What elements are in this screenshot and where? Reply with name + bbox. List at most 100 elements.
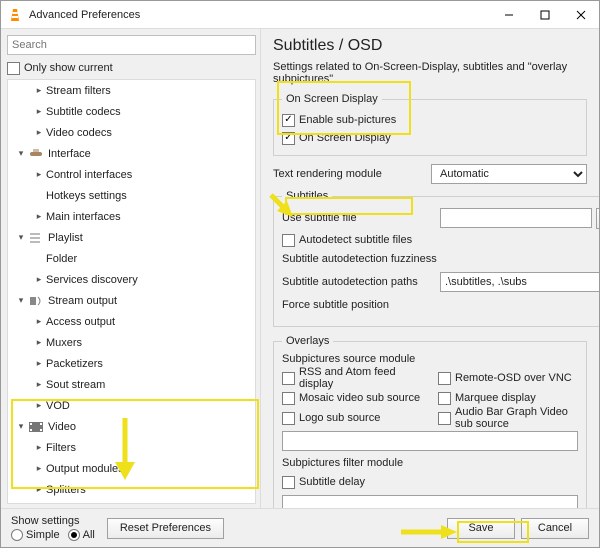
twist-icon: ▸ (32, 400, 46, 411)
overlay-option-checkbox[interactable] (282, 412, 295, 425)
only-show-current-checkbox[interactable] (7, 62, 20, 75)
osd-legend: On Screen Display (282, 93, 382, 105)
tree-item[interactable]: ▸VOD (8, 395, 255, 416)
tree-label: VOD (46, 400, 70, 412)
tree-item[interactable]: ▸Subtitle codecs (8, 101, 255, 122)
tree-label: Sout stream (46, 379, 105, 391)
tree-label: Services discovery (46, 274, 138, 286)
tree-label: Video (48, 421, 76, 433)
cancel-button[interactable]: Cancel (521, 518, 589, 539)
bottom-bar: Show settings Simple All Reset Preferenc… (1, 508, 599, 547)
twist-icon: ▸ (32, 484, 46, 495)
subtitles-group: Subtitles Use subtitle file Browse... Au… (273, 190, 599, 327)
tree-item[interactable]: Folder (8, 248, 255, 269)
tree-item[interactable]: ▾ Video (8, 416, 255, 437)
twist-icon: ▸ (32, 463, 46, 474)
twist-icon: ▸ (32, 274, 46, 285)
twist-icon: ▸ (32, 337, 46, 348)
tree-label: Output modules (46, 463, 124, 475)
browse-button[interactable]: Browse... (596, 208, 599, 229)
tree-item[interactable]: ▸Main interfaces (8, 206, 255, 227)
tree-item[interactable]: ▸Output modules (8, 458, 255, 479)
overlay-option-checkbox[interactable] (282, 392, 295, 405)
search-input[interactable] (7, 35, 256, 55)
tree-label: Control interfaces (46, 169, 132, 181)
all-radio[interactable] (68, 529, 80, 541)
twist-icon: ▸ (32, 442, 46, 453)
twist-icon: ▸ (32, 106, 46, 117)
save-button[interactable]: Save (447, 518, 515, 539)
interface-icon (28, 146, 44, 162)
tree-label: Stream output (48, 295, 117, 307)
text-render-select[interactable]: Automatic (431, 164, 587, 184)
minimize-button[interactable] (491, 1, 527, 29)
tree-label: Access output (46, 316, 115, 328)
subtitles-legend: Subtitles (282, 190, 332, 202)
overlay-option-checkbox[interactable] (282, 372, 295, 385)
tree-label: Interface (48, 148, 91, 160)
overlay-option-checkbox[interactable] (438, 412, 451, 425)
twist-icon: ▸ (32, 211, 46, 222)
tree-label: Subtitle codecs (46, 106, 121, 118)
enable-subpictures-checkbox[interactable] (282, 114, 295, 127)
autodetect-checkbox[interactable] (282, 234, 295, 247)
tree-item[interactable]: ▸Splitters (8, 479, 255, 500)
subpictures-filter-input[interactable] (282, 495, 578, 508)
tree-item[interactable]: ▾Playlist (8, 227, 255, 248)
tree-item[interactable]: ▸Subtitles / OSD (8, 500, 255, 504)
page-title: Subtitles / OSD (273, 37, 587, 55)
tree-item[interactable]: ▸Packetizers (8, 353, 255, 374)
show-settings-label: Show settings (11, 515, 95, 527)
video-icon (28, 419, 44, 435)
twist-icon: ▸ (32, 169, 46, 180)
twist-icon: ▸ (32, 127, 46, 138)
tree-item[interactable]: ▸Video codecs (8, 122, 255, 143)
overlays-group: Overlays Subpictures source module RSS a… (273, 335, 587, 508)
stream-icon (28, 293, 44, 309)
twist-icon: ▸ (32, 316, 46, 327)
window-title: Advanced Preferences (29, 9, 491, 21)
tree-item[interactable]: ▸Filters (8, 437, 255, 458)
subpictures-source-input[interactable] (282, 431, 578, 451)
tree-label: Main interfaces (46, 211, 121, 223)
twist-icon: ▸ (32, 85, 46, 96)
twist-icon: ▾ (14, 295, 28, 306)
overlay-option-checkbox[interactable] (438, 392, 451, 405)
close-button[interactable] (563, 1, 599, 29)
tree-item[interactable]: ▾ Stream output (8, 290, 255, 311)
tree-item[interactable]: ▸Control interfaces (8, 164, 255, 185)
reset-button[interactable]: Reset Preferences (107, 518, 224, 539)
subtitle-delay-checkbox[interactable] (282, 476, 295, 489)
osd-checkbox[interactable] (282, 132, 295, 145)
right-panel: Subtitles / OSD Settings related to On-S… (261, 29, 599, 508)
osd-group: On Screen Display Enable sub-pictures On… (273, 93, 587, 156)
text-render-label: Text rendering module (273, 168, 431, 180)
preferences-tree[interactable]: ▸Stream filters▸Subtitle codecs▸Video co… (7, 79, 256, 504)
tree-item[interactable]: ▾ Interface (8, 143, 255, 164)
vlc-icon (7, 7, 23, 23)
tree-item[interactable]: ▸Access output (8, 311, 255, 332)
only-show-current-label: Only show current (24, 62, 113, 74)
simple-radio[interactable] (11, 529, 23, 541)
autodetect-paths-input[interactable] (440, 272, 599, 292)
twist-icon: ▸ (32, 379, 46, 390)
subtitle-file-input[interactable] (440, 208, 592, 228)
tree-label: Muxers (46, 337, 82, 349)
twist-icon: ▾ (14, 148, 28, 159)
tree-item[interactable]: ▸Services discovery (8, 269, 255, 290)
tree-item[interactable]: Hotkeys settings (8, 185, 255, 206)
titlebar: Advanced Preferences (1, 1, 599, 29)
maximize-button[interactable] (527, 1, 563, 29)
tree-label: Folder (46, 253, 77, 265)
left-panel: Only show current ▸Stream filters▸Subtit… (1, 29, 261, 508)
playlist-icon (28, 230, 44, 246)
tree-item[interactable]: ▸Sout stream (8, 374, 255, 395)
tree-label: Video codecs (46, 127, 112, 139)
overlay-option-checkbox[interactable] (438, 372, 451, 385)
tree-item[interactable]: ▸Stream filters (8, 80, 255, 101)
twist-icon: ▾ (14, 421, 28, 432)
twist-icon: ▸ (32, 358, 46, 369)
tree-item[interactable]: ▸Muxers (8, 332, 255, 353)
tree-label: Packetizers (46, 358, 103, 370)
tree-label: Splitters (46, 484, 86, 496)
